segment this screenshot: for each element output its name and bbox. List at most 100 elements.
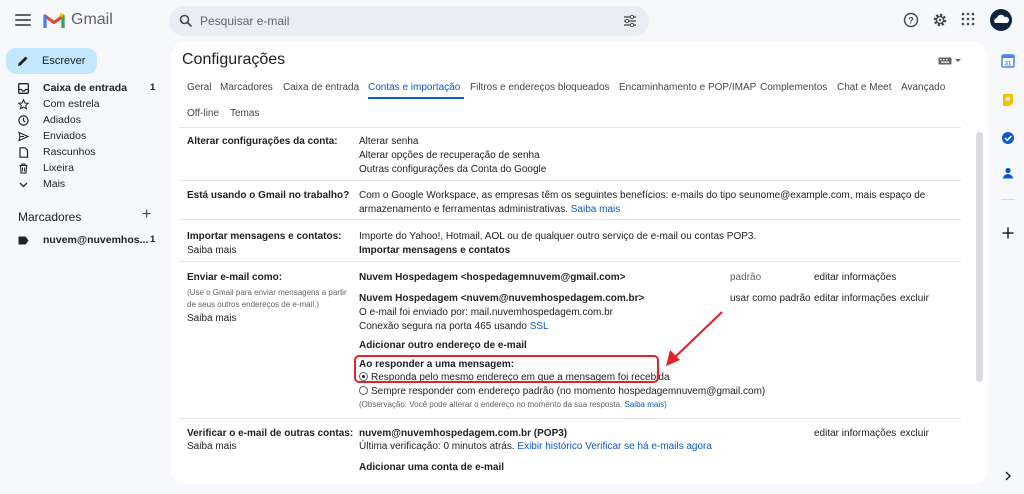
add-label-plus-icon[interactable]: +: [142, 206, 151, 224]
sidebar-item-inbox[interactable]: Caixa de entrada 1: [0, 80, 170, 96]
input-tools-keyboard-icon[interactable]: [938, 57, 961, 65]
workspace-learn-more-link[interactable]: Saiba mais: [571, 204, 620, 215]
import-messages-link[interactable]: Importar mensagens e contatos: [359, 245, 510, 256]
tab-encaminhamento[interactable]: Encaminhamento e POP/IMAP: [619, 82, 756, 93]
search-bar[interactable]: Pesquisar e-mail: [169, 6, 649, 36]
import-learn-more-link[interactable]: Saiba mais: [187, 245, 236, 256]
tab-complementos[interactable]: Complementos: [760, 82, 827, 93]
tab-chat-e-meet[interactable]: Chat e Meet: [837, 82, 891, 93]
labels-heading: Marcadores: [18, 210, 82, 224]
keep-notes-icon[interactable]: [1001, 93, 1015, 107]
reply-learn-more-link[interactable]: Saiba mais): [625, 400, 667, 409]
settings-row-import: Importar mensagens e contatos: Saiba mai…: [179, 219, 961, 257]
settings-row-check-mail: Verificar o e-mail de outras contas: Sai…: [179, 418, 961, 480]
gmail-logo[interactable]: Gmail: [43, 11, 113, 29]
compose-label: Escrever: [42, 55, 86, 67]
make-default-link[interactable]: usar como padrão: [730, 293, 811, 304]
send-as-address-secondary: Nuvem Hospedagem <nuvem@nuvemhospedagem.…: [359, 293, 645, 304]
tab-off-line[interactable]: Off-line: [187, 108, 219, 119]
sidebar-item-snoozed[interactable]: Adiados: [0, 112, 170, 128]
settings-row-account: Alterar configurações da conta: Alterar …: [179, 127, 961, 175]
sidebar-item-label: nuvem@nuvemhos...: [43, 234, 149, 246]
import-text: Importe do Yahoo!, Hotmail, AOL ou de qu…: [359, 231, 757, 242]
delete-link[interactable]: excluir: [900, 293, 929, 304]
send-icon: [18, 131, 29, 142]
sidebar-item-starred[interactable]: Com estrela: [0, 96, 170, 112]
check-mail-learn-more-link[interactable]: Saiba mais: [187, 441, 236, 452]
view-history-link[interactable]: Exibir histórico: [517, 441, 582, 452]
radio-unselected-icon[interactable]: [359, 386, 368, 395]
row-label: Está usando o Gmail no trabalho?: [187, 190, 350, 201]
top-bar: Gmail Pesquisar e-mail ?: [0, 0, 1024, 42]
scrollbar[interactable]: [976, 132, 983, 382]
tab-avancado[interactable]: Avançado: [901, 82, 945, 93]
add-email-account-link[interactable]: Adicionar uma conta de e-mail: [359, 462, 504, 473]
settings-gear-icon[interactable]: [932, 12, 948, 28]
compose-button[interactable]: Escrever: [6, 48, 97, 74]
chevron-down-icon: [18, 179, 29, 190]
sidebar-item-label: Enviados: [43, 130, 87, 142]
sidebar-item-label: Adiados: [43, 114, 81, 126]
tab-temas[interactable]: Temas: [230, 108, 259, 119]
star-icon: [18, 99, 29, 110]
unread-count: 1: [150, 82, 156, 93]
get-addons-plus-icon[interactable]: [1001, 226, 1015, 240]
settings-row-send-as: Enviar e-mail como: (Use o Gmail para en…: [179, 261, 961, 411]
sidebar-item-trash[interactable]: Lixeira: [0, 160, 170, 176]
reply-note: (Observação: Você pode alterar o endereç…: [359, 400, 667, 409]
main-menu-button[interactable]: [14, 12, 32, 28]
edit-info-link[interactable]: editar informações: [814, 428, 896, 439]
send-as-help: (Use o Gmail para enviar mensagens a par…: [187, 288, 347, 297]
row-label: Alterar configurações da conta:: [187, 136, 338, 147]
reply-default-address-option[interactable]: Sempre responder com endereço padrão (no…: [359, 386, 765, 397]
clock-icon: [18, 115, 29, 126]
sidebar-item-more[interactable]: Mais: [0, 176, 170, 192]
ssl-link[interactable]: SSL: [530, 321, 549, 332]
sidebar-item-label: Com estrela: [43, 98, 100, 110]
apps-grid-icon[interactable]: [961, 12, 975, 26]
tasks-icon[interactable]: [1001, 131, 1015, 145]
google-account-settings-link[interactable]: Outras configurações da Conta do Google: [359, 164, 546, 175]
trash-icon: [18, 163, 29, 174]
default-badge: padrão: [730, 272, 762, 283]
tab-caixa-de-entrada[interactable]: Caixa de entrada: [283, 82, 359, 93]
send-as-address-primary: Nuvem Hospedagem <hospedagemnuvem@gmail.…: [359, 272, 626, 283]
edit-info-link[interactable]: editar informações: [814, 293, 896, 304]
sidebar-label-nuvem[interactable]: nuvem@nuvemhos... 1: [0, 232, 170, 248]
row-label: Verificar o e-mail de outras contas:: [187, 428, 354, 439]
account-avatar[interactable]: [990, 9, 1012, 31]
last-check-info: Última verificação: 0 minutos atrás. Exi…: [359, 441, 712, 452]
side-panel: 31: [992, 42, 1024, 494]
search-options-icon[interactable]: [623, 14, 637, 28]
tab-marcadores[interactable]: Marcadores: [220, 82, 273, 93]
add-another-address-link[interactable]: Adicionar outro endereço de e-mail: [359, 340, 527, 351]
label-tag-icon: [18, 235, 29, 246]
app-name: Gmail: [71, 11, 113, 28]
contacts-icon[interactable]: [1001, 166, 1015, 180]
sidebar-item-label: Lixeira: [43, 162, 74, 174]
tab-geral[interactable]: Geral: [187, 82, 211, 93]
send-as-learn-more-link[interactable]: Saiba mais: [187, 313, 236, 324]
tab-contas-e-importacao[interactable]: Contas e importação: [368, 82, 460, 93]
help-icon[interactable]: ?: [903, 12, 919, 28]
annotation-highlight-box: [354, 355, 659, 383]
workspace-text: Com o Google Workspace, as empresas têm …: [359, 190, 926, 201]
recovery-options-link[interactable]: Alterar opções de recuperação de senha: [359, 150, 540, 161]
edit-info-link[interactable]: editar informações: [814, 272, 896, 283]
page-title: Configurações: [182, 51, 286, 68]
annotation-arrow-icon: [666, 311, 723, 366]
sidebar-item-sent[interactable]: Enviados: [0, 128, 170, 144]
calendar-icon[interactable]: 31: [1001, 54, 1015, 68]
delete-link[interactable]: excluir: [900, 428, 929, 439]
active-tab-indicator: [368, 97, 464, 99]
smtp-info: O e-mail foi enviado por: mail.nuvemhosp…: [359, 307, 614, 318]
side-panel-divider: [1001, 199, 1015, 200]
sidebar-item-label: Rascunhos: [43, 146, 96, 158]
sidebar-item-drafts[interactable]: Rascunhos: [0, 144, 170, 160]
change-password-link[interactable]: Alterar senha: [359, 136, 418, 147]
expand-side-panel-chevron-icon[interactable]: [1001, 469, 1015, 483]
search-input[interactable]: Pesquisar e-mail: [200, 14, 289, 28]
tab-filtros[interactable]: Filtros e endereços bloqueados: [470, 82, 610, 93]
check-now-link[interactable]: Verificar se há e-mails agora: [585, 441, 712, 452]
search-icon[interactable]: [179, 14, 193, 28]
